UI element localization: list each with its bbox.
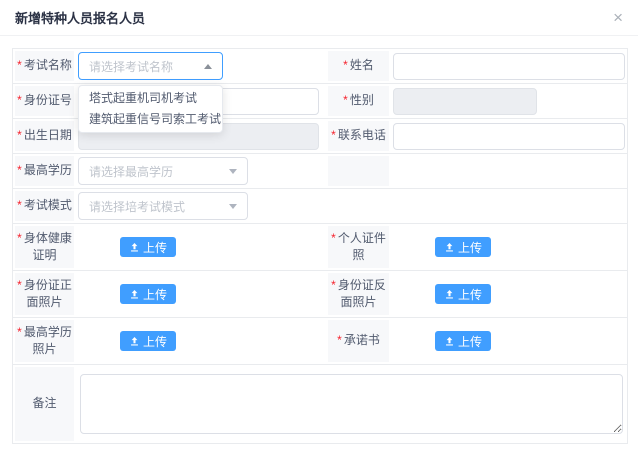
required-star: * [17, 163, 22, 177]
exam-mode-select[interactable]: 请选择培考试模式 [78, 192, 248, 220]
phone-label: *联系电话 [326, 119, 391, 153]
education-select[interactable]: 请选择最高学历 [78, 157, 248, 185]
upload-icon [129, 336, 140, 347]
chevron-down-icon [229, 169, 237, 174]
birth-date-label: *出生日期 [13, 119, 76, 153]
remark-label: 备注 [13, 365, 76, 443]
required-star: * [17, 198, 22, 212]
required-star: * [343, 93, 348, 107]
id-photo-upload-button[interactable]: 上传 [435, 237, 491, 257]
required-star: * [343, 58, 348, 72]
required-star: * [17, 58, 22, 72]
required-star: * [17, 325, 22, 339]
required-star: * [337, 333, 342, 347]
upload-icon [129, 289, 140, 300]
id-front-label: *身份证正面照片 [13, 271, 76, 317]
exam-name-option-2[interactable]: 建筑起重信号司索工考试 [79, 109, 222, 130]
phone-input[interactable] [393, 123, 625, 150]
gender-input [393, 88, 537, 115]
required-star: * [17, 278, 22, 292]
form-row-exam-name: *考试名称 请选择考试名称 塔式起重机司机考试 建筑起重信号司索工考试 *姓名 [13, 49, 627, 84]
id-back-label: *身份证反面照片 [326, 271, 391, 317]
required-star: * [17, 128, 22, 142]
exam-mode-label: *考试模式 [13, 189, 76, 223]
remark-textarea[interactable] [80, 374, 623, 434]
required-star: * [17, 231, 22, 245]
education-label: *最高学历 [13, 154, 76, 188]
gender-label: *性别 [326, 84, 391, 118]
edu-photo-label: *最高学历照片 [13, 318, 76, 364]
form-row-education: *最高学历 请选择最高学历 [13, 154, 627, 189]
form-row-edu-photo: *最高学历照片 上传 *承诺书 上传 [13, 318, 627, 365]
commitment-label: *承诺书 [326, 318, 391, 364]
exam-name-label: *考试名称 [13, 49, 76, 83]
form-row-id-front: *身份证正面照片 上传 *身份证反面照片 上传 [13, 271, 627, 318]
registration-form: *考试名称 请选择考试名称 塔式起重机司机考试 建筑起重信号司索工考试 *姓名 [12, 48, 628, 444]
add-special-personnel-dialog: 新增特种人员报名人员 × *考试名称 请选择考试名称 塔式起重机司机考试 建筑起… [0, 0, 638, 453]
form-row-exam-mode: *考试模式 请选择培考试模式 [13, 189, 627, 224]
dialog-header: 新增特种人员报名人员 × [0, 0, 638, 36]
chevron-down-icon [229, 204, 237, 209]
upload-icon [444, 289, 455, 300]
empty-cell [326, 189, 391, 223]
id-front-upload-button[interactable]: 上传 [120, 284, 176, 304]
upload-icon [444, 336, 455, 347]
full-name-label: *姓名 [326, 49, 391, 83]
dialog-title: 新增特种人员报名人员 [15, 8, 145, 27]
health-cert-label: *身体健康证明 [13, 224, 76, 270]
required-star: * [331, 278, 336, 292]
full-name-input[interactable] [393, 53, 625, 80]
form-row-health-cert: *身体健康证明 上传 *个人证件照 上传 [13, 224, 627, 271]
upload-icon [444, 242, 455, 253]
exam-name-option-1[interactable]: 塔式起重机司机考试 [79, 88, 222, 109]
commitment-upload-button[interactable]: 上传 [435, 331, 491, 351]
exam-name-select[interactable]: 请选择考试名称 塔式起重机司机考试 建筑起重信号司索工考试 [78, 52, 223, 80]
id-photo-label: *个人证件照 [326, 224, 391, 270]
exam-mode-placeholder: 请选择培考试模式 [89, 198, 185, 215]
education-placeholder: 请选择最高学历 [89, 163, 173, 180]
required-star: * [331, 128, 336, 142]
empty-label-cell [326, 154, 391, 188]
health-cert-upload-button[interactable]: 上传 [120, 237, 176, 257]
close-icon[interactable]: × [613, 9, 623, 26]
upload-icon [129, 242, 140, 253]
id-back-upload-button[interactable]: 上传 [435, 284, 491, 304]
id-number-label: *身份证号 [13, 84, 76, 118]
exam-name-placeholder: 请选择考试名称 [89, 58, 173, 75]
exam-name-dropdown: 塔式起重机司机考试 建筑起重信号司索工考试 [78, 85, 223, 133]
edu-photo-upload-button[interactable]: 上传 [120, 331, 176, 351]
form-row-remark: 备注 [13, 365, 627, 443]
chevron-up-icon [204, 64, 212, 69]
required-star: * [17, 93, 22, 107]
required-star: * [331, 231, 336, 245]
